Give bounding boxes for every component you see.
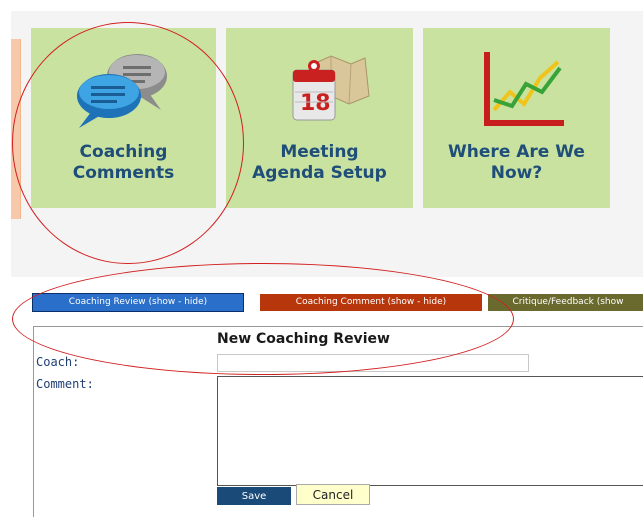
tile-coaching-comments[interactable]: Coaching Comments (31, 28, 216, 208)
coaching-review-form: New Coaching Review Coach: Comment: Save… (33, 326, 643, 517)
coach-label: Coach: (36, 355, 80, 369)
coach-input[interactable] (217, 354, 529, 372)
tile-label: Coaching Comments (72, 142, 175, 183)
chat-bubbles-icon (69, 48, 179, 128)
tile-edge-partial (11, 39, 21, 219)
tile-where-are-we-now[interactable]: Where Are We Now? (423, 28, 610, 208)
comment-textarea[interactable] (217, 376, 643, 486)
tile-label: Meeting Agenda Setup (252, 142, 387, 183)
tab-coaching-comment[interactable]: Coaching Comment (show - hide) (260, 294, 482, 311)
comment-label: Comment: (36, 377, 94, 391)
line-chart-icon (462, 48, 572, 128)
tab-coaching-review[interactable]: Coaching Review (show - hide) (32, 293, 244, 312)
cancel-button[interactable]: Cancel (296, 484, 370, 505)
calendar-map-icon: 18 (265, 48, 375, 128)
tile-meeting-agenda-setup[interactable]: 18 Meeting Agenda Setup (226, 28, 413, 208)
tab-critique-feedback[interactable]: Critique/Feedback (show (488, 294, 643, 311)
svg-text:18: 18 (300, 91, 331, 116)
tile-label: Where Are We Now? (448, 142, 585, 183)
save-button[interactable]: Save (217, 487, 291, 505)
tile-panel: Coaching Comments 18 Meeting Agenda Setu… (11, 11, 643, 277)
form-title: New Coaching Review (217, 331, 390, 347)
